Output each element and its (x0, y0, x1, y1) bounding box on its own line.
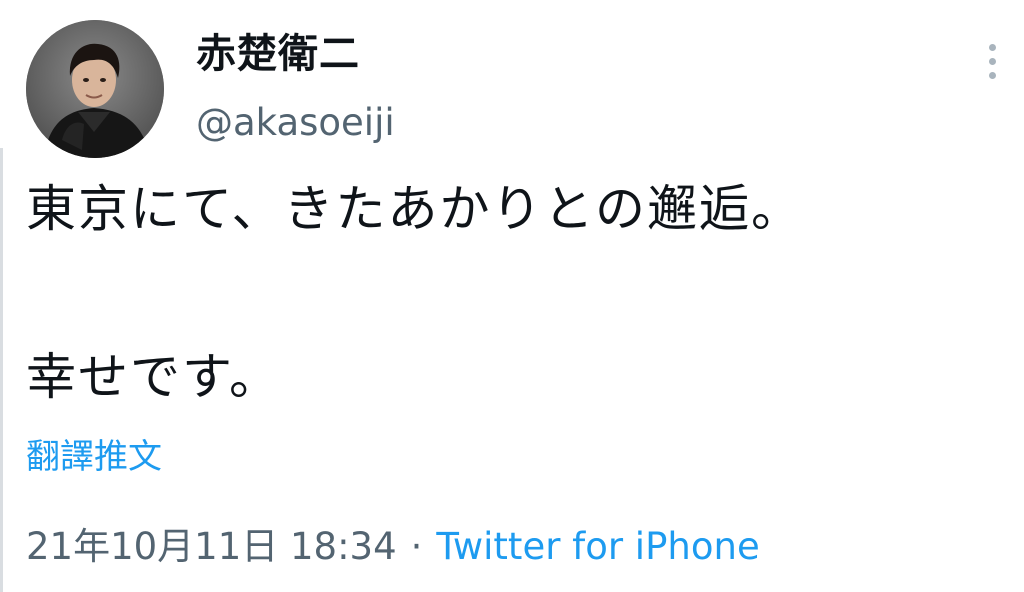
source-link[interactable]: Twitter for iPhone (436, 525, 759, 568)
more-vertical-icon[interactable] (976, 40, 1008, 84)
avatar[interactable] (26, 20, 164, 158)
meta-separator: · (410, 525, 423, 568)
display-name[interactable]: 赤楚衛二 (196, 34, 360, 74)
tweet-meta: 21年10月11日 18:34 · Twitter for iPhone (26, 528, 760, 565)
tweet-text-line: 東京にて、きたあかりとの邂逅。 (26, 180, 803, 238)
tweet-card: 赤楚衛二 @akasoeiji 東京にて、きたあかりとの邂逅。 幸せです。 翻譯… (0, 0, 1024, 592)
thread-divider (0, 148, 3, 592)
timestamp[interactable]: 21年10月11日 18:34 (26, 525, 397, 568)
tweet-text-line: 幸せです。 (26, 348, 281, 406)
user-handle[interactable]: @akasoeiji (196, 104, 395, 141)
translate-tweet-link[interactable]: 翻譯推文 (26, 440, 162, 474)
